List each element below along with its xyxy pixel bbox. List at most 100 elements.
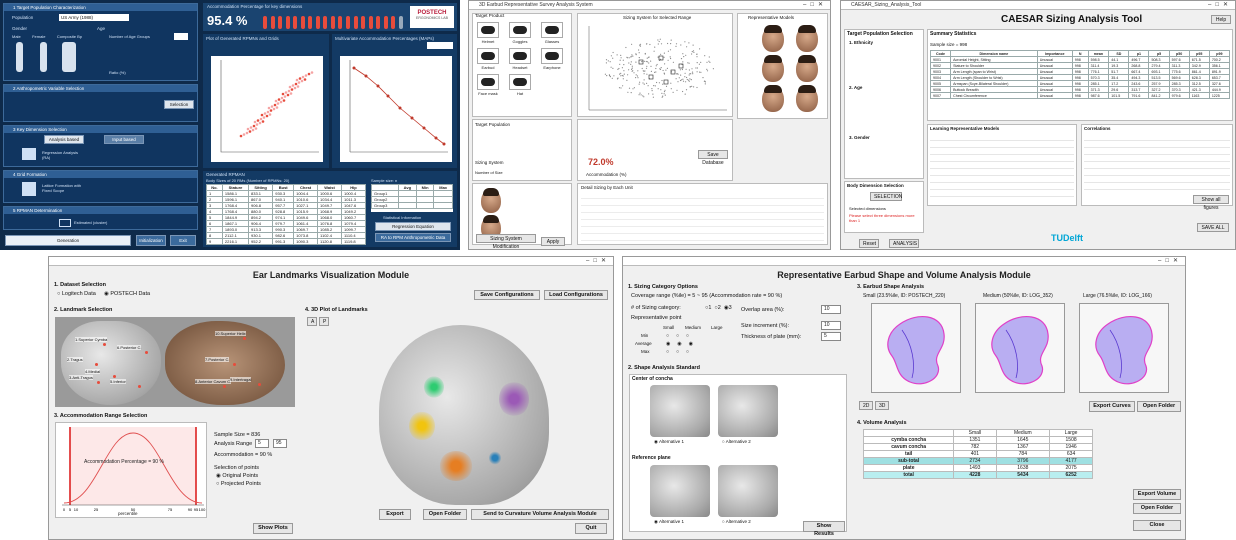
regression-equation-button[interactable]: Regression Equation xyxy=(375,222,451,231)
variable-selection-section: 2 Anthropometric Variable Selection Sele… xyxy=(3,84,198,122)
concha-alt1-option[interactable]: ◉ Alternative 1 xyxy=(654,439,684,445)
table-row[interactable]: 9007 Chest Circumference Unusual 998 987.6 10… xyxy=(930,92,1230,99)
thickness-input[interactable]: 5 xyxy=(821,332,841,341)
save-all-button[interactable]: SAVE ALL xyxy=(1197,223,1229,232)
overlap-input[interactable]: 10 xyxy=(821,305,841,314)
show-plots-button[interactable]: Show Plots xyxy=(253,523,293,534)
save-configurations-button[interactable]: Save Configurations xyxy=(474,290,540,300)
grid-point xyxy=(294,82,298,86)
help-button[interactable]: Help xyxy=(1211,15,1231,24)
size-increment-input[interactable]: 10 xyxy=(821,321,841,330)
volume-row[interactable]: total 4228 5434 6252 xyxy=(862,471,1093,479)
generation-button[interactable]: Generation xyxy=(5,235,131,246)
open-folder-button[interactable]: Open Folder xyxy=(423,509,467,520)
earbud-shape-plot[interactable] xyxy=(1079,303,1169,393)
grid-point xyxy=(261,120,265,123)
window-controls[interactable]: –□✕ xyxy=(586,257,610,266)
correlations-table[interactable] xyxy=(1084,134,1230,191)
concha-alt2-option[interactable]: ○ Alternative 2 xyxy=(722,439,751,444)
population-select[interactable]: US Army (1988) xyxy=(59,14,129,21)
volume-row[interactable]: tail 401 784 634 xyxy=(862,450,1093,458)
posterior-view-button[interactable]: P xyxy=(319,317,329,326)
exit-button[interactable]: Exit xyxy=(170,235,196,246)
window-controls[interactable]: –□✕ xyxy=(803,1,827,10)
accommodation-value: 95.4 % xyxy=(207,13,248,28)
analysis-button[interactable]: ANALYSIS xyxy=(889,239,919,248)
selection-button[interactable]: Selection xyxy=(164,100,194,109)
survey-point xyxy=(620,87,622,89)
plane-alt1-image[interactable] xyxy=(650,465,710,517)
export-volume-button[interactable]: Export Volume xyxy=(1133,489,1181,500)
send-to-curvature-button[interactable]: Send to Curvature Volume Analysis Module xyxy=(471,509,609,520)
volume-row[interactable]: plate 1493 1638 2075 xyxy=(862,464,1093,472)
category-options[interactable]: ○1 ○2 ◉3 xyxy=(705,305,732,311)
open-folder-button[interactable]: Open Folder xyxy=(1137,401,1181,412)
input-based-button[interactable]: Input based xyxy=(104,135,144,144)
quit-button[interactable]: Quit xyxy=(575,523,607,534)
concha-alt1-image[interactable] xyxy=(650,385,710,437)
projected-points-option[interactable]: ○ Projected Points xyxy=(216,481,261,487)
dataset-option-logitech[interactable]: ○ Logitech Data xyxy=(57,291,96,297)
close-button[interactable]: Close xyxy=(1133,520,1181,531)
product-thumbnail[interactable]: Earphone xyxy=(541,48,563,70)
show-all-figures-button[interactable]: Show all figures xyxy=(1193,195,1229,211)
save-database-button[interactable]: Save Database xyxy=(698,150,728,166)
volume-table[interactable]: Small Medium Large cymba concha 1351 1645 150… xyxy=(862,429,1093,479)
open-folder-button-2[interactable]: Open Folder xyxy=(1133,503,1181,514)
gender-female[interactable]: Female xyxy=(32,34,45,39)
survey-point xyxy=(620,57,622,59)
grid-point xyxy=(288,85,292,89)
product-thumbnail[interactable]: Face mask xyxy=(477,74,499,96)
product-thumbnail[interactable]: Helmet xyxy=(477,22,499,44)
export-button[interactable]: Export xyxy=(379,509,411,520)
dataset-option-postech[interactable]: ◉ POSTECH Data xyxy=(104,291,150,297)
range-high-input[interactable]: 95 xyxy=(273,439,287,448)
correlations-label: Correlations xyxy=(1084,126,1111,131)
initialization-button[interactable]: Initialization xyxy=(136,235,166,246)
survey-point xyxy=(610,66,612,68)
plane-alt2-image[interactable] xyxy=(718,465,778,517)
earbud-shape-plot[interactable] xyxy=(871,303,961,393)
earbud-shape-plot[interactable] xyxy=(975,303,1065,393)
window-controls[interactable]: –□✕ xyxy=(1158,257,1182,266)
export-curves-button[interactable]: Export Curves xyxy=(1089,401,1135,412)
survey-point xyxy=(708,60,710,62)
gender-composite[interactable]: Composite Bp xyxy=(57,34,82,39)
anterior-view-button[interactable]: A xyxy=(307,317,317,326)
apply-button[interactable]: Apply xyxy=(541,237,565,246)
volume-row[interactable]: cavum concha 782 1367 1946 xyxy=(862,443,1093,451)
rpman-table[interactable]: No. Stature Sitting Bust Chest Waist Hip 1 1586… xyxy=(206,184,366,245)
ear-landmark-image[interactable]: 1.Superior Cymba 2.Tragus 3.Anti-Tragus 4.M… xyxy=(55,317,295,407)
concha-alt2-image[interactable] xyxy=(718,385,778,437)
reset-button[interactable]: Reset xyxy=(859,239,879,248)
plane-alt2-option[interactable]: ○ Alternative 2 xyxy=(722,519,751,524)
export-data-button[interactable]: RA to RPM Anthropometric Data xyxy=(375,233,451,242)
range-low-input[interactable]: 5 xyxy=(255,439,269,448)
summary-table[interactable]: Code Dimension name Importance Nmean SD p1 p5 p… xyxy=(930,50,1230,118)
plot-option-select[interactable] xyxy=(427,42,453,49)
table-row[interactable]: 9 2216.1 952.2 991.3 1090.3 1120.8 1119.8 xyxy=(206,238,366,245)
learning-table[interactable] xyxy=(930,134,1074,203)
window-controls[interactable]: –□✕ xyxy=(1208,1,1232,10)
sizing-results-table[interactable] xyxy=(581,192,824,241)
product-thumbnail[interactable]: Goggles xyxy=(509,22,531,44)
volume-row[interactable]: cymba concha 1351 1645 1508 xyxy=(862,436,1093,444)
plane-alt1-option[interactable]: ◉ Alternative 1 xyxy=(654,519,684,525)
view-3d-button[interactable]: 3D xyxy=(875,401,889,410)
product-thumbnail[interactable]: Earbud xyxy=(477,48,499,70)
volume-row[interactable]: sub-total 2734 3796 4177 xyxy=(862,457,1093,465)
load-configurations-button[interactable]: Load Configurations xyxy=(544,290,608,300)
selection-button[interactable]: SELECTION xyxy=(870,192,902,201)
show-results-button[interactable]: Show Results xyxy=(803,521,845,537)
product-thumbnail[interactable]: Glasses xyxy=(541,22,563,44)
product-thumbnail[interactable]: Hat xyxy=(509,74,531,96)
3d-ear-plot[interactable] xyxy=(339,321,609,513)
age-groups-input[interactable] xyxy=(174,33,188,40)
gender-male[interactable]: Male xyxy=(12,34,21,39)
view-2d-button[interactable]: 2D xyxy=(859,401,873,410)
product-thumbnail[interactable]: Headset xyxy=(509,48,531,70)
original-points-option[interactable]: ◉ Original Points xyxy=(216,473,258,479)
analysis-based-button[interactable]: Analysis based xyxy=(44,135,84,144)
sizing-system-modification-button[interactable]: Sizing System Modification xyxy=(476,234,536,249)
rep-point-radio-grid[interactable]: ○ ○ ○ ◉ ◉ ◉ ○ ○ ○ xyxy=(666,332,693,356)
